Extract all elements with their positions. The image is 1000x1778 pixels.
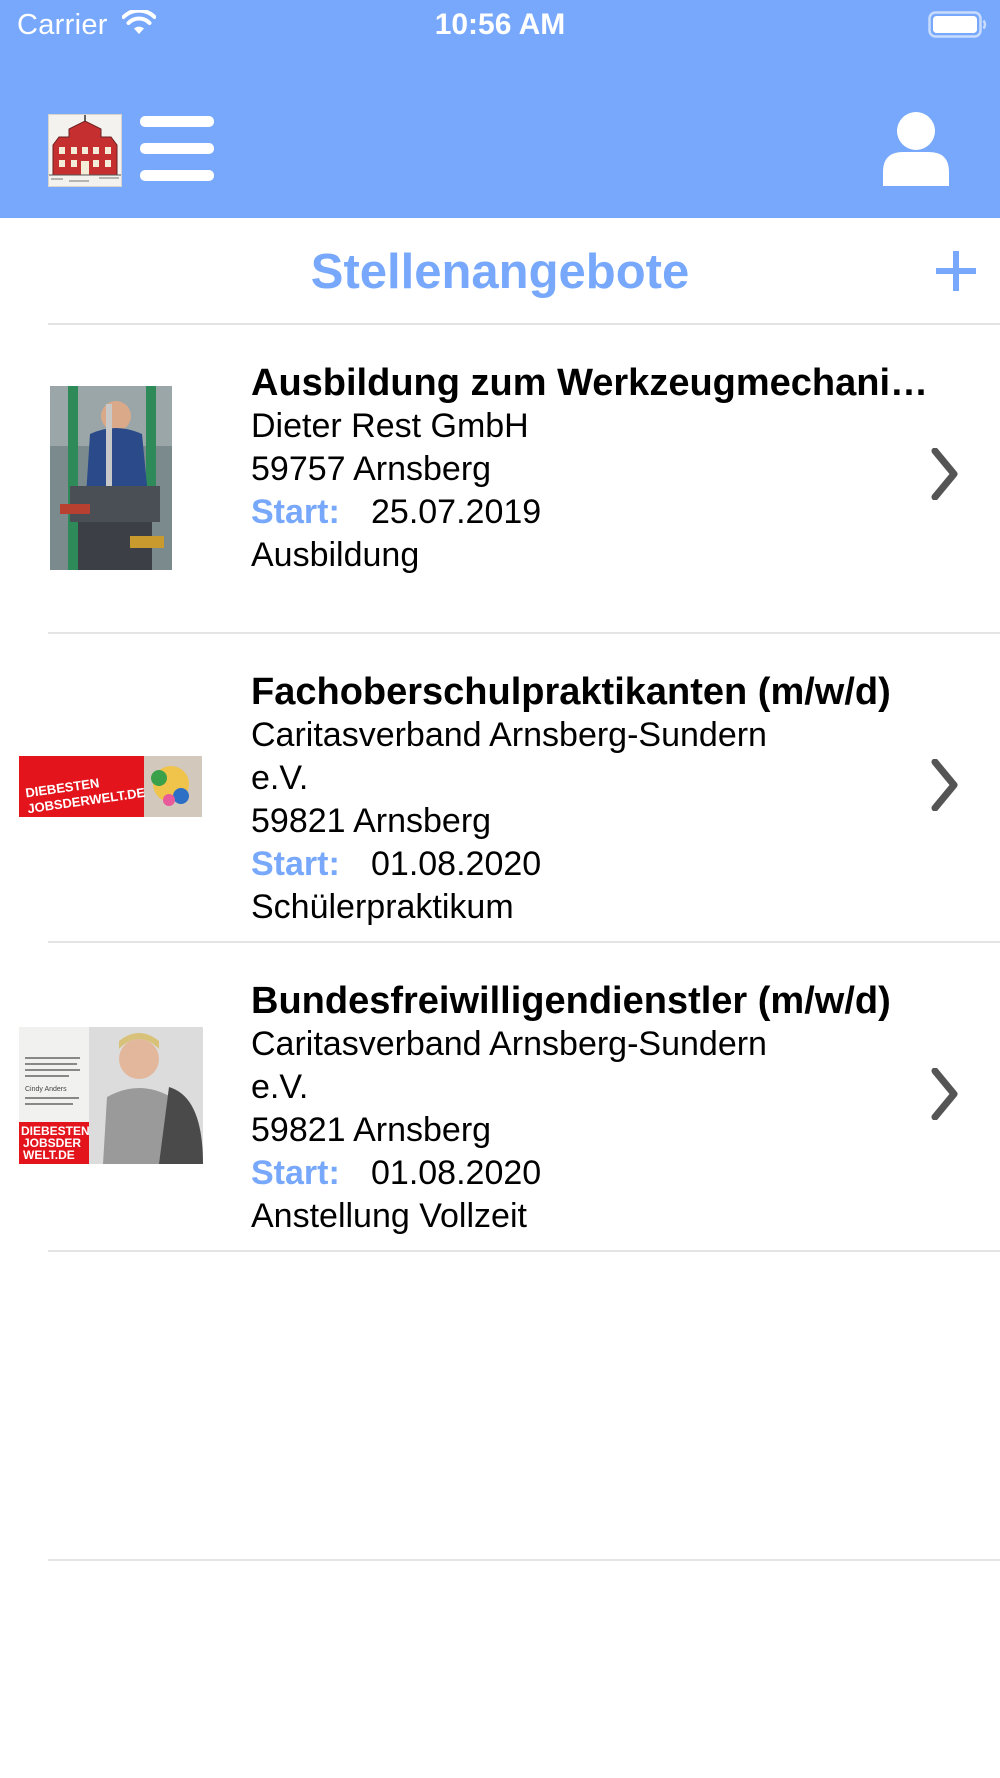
job-title: Ausbildung zum Werkzeugmechani… [251, 362, 929, 404]
chevron-right-icon [931, 1068, 958, 1120]
start-date: 01.08.2020 [371, 1154, 542, 1192]
job-location: 59757 Arnsberg [251, 450, 492, 488]
status-bar: Carrier 10:56 AM [0, 0, 1000, 50]
job-location: 59821 Arnsberg [251, 1111, 492, 1149]
job-company: Caritasverband Arnsberg-Sundern e.V. [251, 1025, 767, 1106]
job-thumbnail: Cindy Anders DIEBESTEN JOBSDER WELT.DE [19, 1027, 203, 1164]
list-divider [48, 1250, 1000, 1252]
job-list-item[interactable]: Ausbildung zum Werkzeugmechani… Dieter R… [0, 324, 1000, 632]
chevron-right-icon [931, 448, 958, 500]
start-date: 01.08.2020 [371, 845, 542, 883]
hamburger-menu-icon[interactable] [140, 116, 214, 182]
job-start-row: Start: 01.08.2020 [251, 843, 941, 886]
job-type: Schülerpraktikum [251, 888, 514, 926]
job-location: 59821 Arnsberg [251, 802, 492, 840]
job-company: Caritasverband Arnsberg-Sundern e.V. [251, 716, 767, 797]
job-details: Fachoberschulpraktikanten (m/w/d) Carita… [251, 671, 941, 929]
start-label: Start: [251, 1154, 340, 1192]
page-title: Stellenangebote [310, 245, 690, 299]
title-row: Stellenangebote [0, 218, 1000, 324]
start-label: Start: [251, 845, 340, 883]
job-details: Ausbildung zum Werkzeugmechani… Dieter R… [251, 362, 941, 577]
plus-icon[interactable] [936, 251, 976, 291]
job-type: Ausbildung [251, 536, 420, 574]
thumb-text-line: Cindy Anders [25, 1086, 67, 1093]
start-date: 25.07.2019 [371, 493, 542, 531]
list-divider [48, 1559, 1000, 1561]
status-time: 10:56 AM [434, 8, 566, 41]
battery-icon [928, 11, 987, 38]
job-start-row: Start: 01.08.2020 [251, 1152, 941, 1195]
job-list-item[interactable]: Cindy Anders DIEBESTEN JOBSDER WELT.DE B… [0, 942, 1000, 1250]
job-start-row: Start: 25.07.2019 [251, 491, 941, 534]
chevron-right-icon [931, 759, 958, 811]
job-details: Bundesfreiwilligendienstler (m/w/d) Cari… [251, 980, 941, 1238]
user-profile-icon[interactable] [883, 112, 949, 186]
job-title: Fachoberschulpraktikanten (m/w/d) [251, 671, 891, 713]
job-list-item[interactable]: DIEBESTEN JOBSDERWELT.DE Fachoberschulpr… [0, 633, 1000, 941]
job-type: Anstellung Vollzeit [251, 1197, 527, 1235]
app-logo[interactable] [48, 114, 122, 187]
job-thumbnail [50, 386, 172, 570]
job-thumbnail: DIEBESTEN JOBSDERWELT.DE [19, 756, 202, 817]
job-company: Dieter Rest GmbH [251, 407, 529, 445]
thumb-text-line: WELT.DE [23, 1148, 75, 1162]
job-title: Bundesfreiwilligendienstler (m/w/d) [251, 980, 891, 1022]
start-label: Start: [251, 493, 340, 531]
